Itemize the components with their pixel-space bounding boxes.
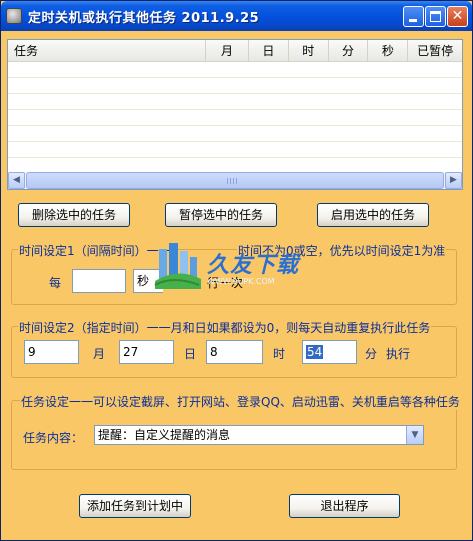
watermark-site: WWW.9UPK.COM	[207, 277, 275, 286]
task-list-header: 任务 月 日 时 分 秒 已暂停	[8, 40, 462, 62]
task-content-label: 任务内容：	[23, 431, 84, 445]
maximize-button[interactable]	[425, 6, 446, 27]
minimize-button[interactable]	[403, 6, 424, 27]
window-title: 定时关机或执行其他任务 2011.9.25	[28, 11, 260, 26]
chevron-down-icon[interactable]: ▼	[406, 426, 423, 444]
hour-label: 时	[273, 347, 286, 361]
hour-input[interactable]: 8	[206, 340, 263, 364]
maximize-icon	[430, 11, 441, 22]
task-list[interactable]: 任务 月 日 时 分 秒 已暂停 ◀ ▶	[7, 39, 463, 190]
interval-group-label: 时间设定1（间隔时间）一一	[18, 242, 172, 259]
task-content-value: 提醒：自定义提醒的消息	[98, 428, 231, 442]
scroll-left-icon[interactable]: ◀	[8, 172, 25, 189]
column-second[interactable]: 秒	[368, 40, 409, 62]
day-input[interactable]: 27	[119, 340, 174, 364]
column-hour[interactable]: 时	[289, 40, 329, 62]
column-task[interactable]: 任务	[8, 40, 207, 62]
execute-label: 执行	[386, 347, 411, 361]
month-label: 月	[93, 347, 106, 361]
close-button[interactable]: ✕	[447, 6, 468, 27]
add-task-button[interactable]: 添加任务到计划中	[79, 494, 191, 518]
table-row[interactable]	[8, 126, 462, 142]
day-label: 日	[184, 347, 197, 361]
task-content-select[interactable]: 提醒：自定义提醒的消息 ▼	[94, 425, 424, 445]
table-row[interactable]	[8, 62, 462, 78]
table-row[interactable]	[8, 78, 462, 94]
column-day[interactable]: 日	[249, 40, 289, 62]
scroll-right-icon[interactable]: ▶	[445, 172, 462, 189]
column-paused[interactable]: 已暂停	[408, 40, 462, 62]
minute-label: 分	[365, 347, 378, 361]
watermark-brand: 久友下载	[207, 253, 300, 278]
column-minute[interactable]: 分	[329, 40, 369, 62]
minimize-icon	[409, 19, 417, 22]
column-month[interactable]: 月	[206, 40, 249, 62]
pause-selected-button[interactable]: 暂停选中的任务	[165, 203, 277, 227]
title-bar[interactable]: 定时关机或执行其他任务 2011.9.25 ✕	[1, 1, 472, 31]
table-row[interactable]	[8, 142, 462, 158]
table-row[interactable]	[8, 110, 462, 126]
scrollbar-thumb[interactable]	[26, 172, 444, 189]
minute-input[interactable]: 54	[302, 340, 357, 364]
exit-button[interactable]: 退出程序	[289, 494, 400, 518]
minute-value-selected: 54	[306, 345, 324, 359]
interval-value-input[interactable]	[72, 269, 126, 293]
table-row[interactable]	[8, 94, 462, 110]
horizontal-scrollbar[interactable]: ◀ ▶	[8, 172, 462, 189]
enable-selected-button[interactable]: 启用选中的任务	[317, 203, 429, 227]
delete-selected-button[interactable]: 删除选中的任务	[18, 203, 130, 227]
task-list-body[interactable]	[8, 62, 462, 174]
watermark-logo: 久友下载 WWW.9UPK.COM	[153, 239, 331, 299]
app-window: 定时关机或执行其他任务 2011.9.25 ✕ 任务 月 日 时 分 秒 已暂停…	[0, 0, 473, 541]
task-group-label: 任务设定一一可以设定截屏、打开网站、登录QQ、启动迅雷、关机重启等各种任务	[20, 393, 461, 410]
grip-icon	[227, 178, 237, 184]
month-input[interactable]: 9	[24, 340, 79, 364]
app-icon[interactable]	[6, 8, 22, 24]
fixed-group-label: 时间设定2（指定时间）一一月和日如果都设为0，则每天自动重复执行此任务	[18, 319, 432, 336]
every-label: 每	[49, 276, 62, 290]
